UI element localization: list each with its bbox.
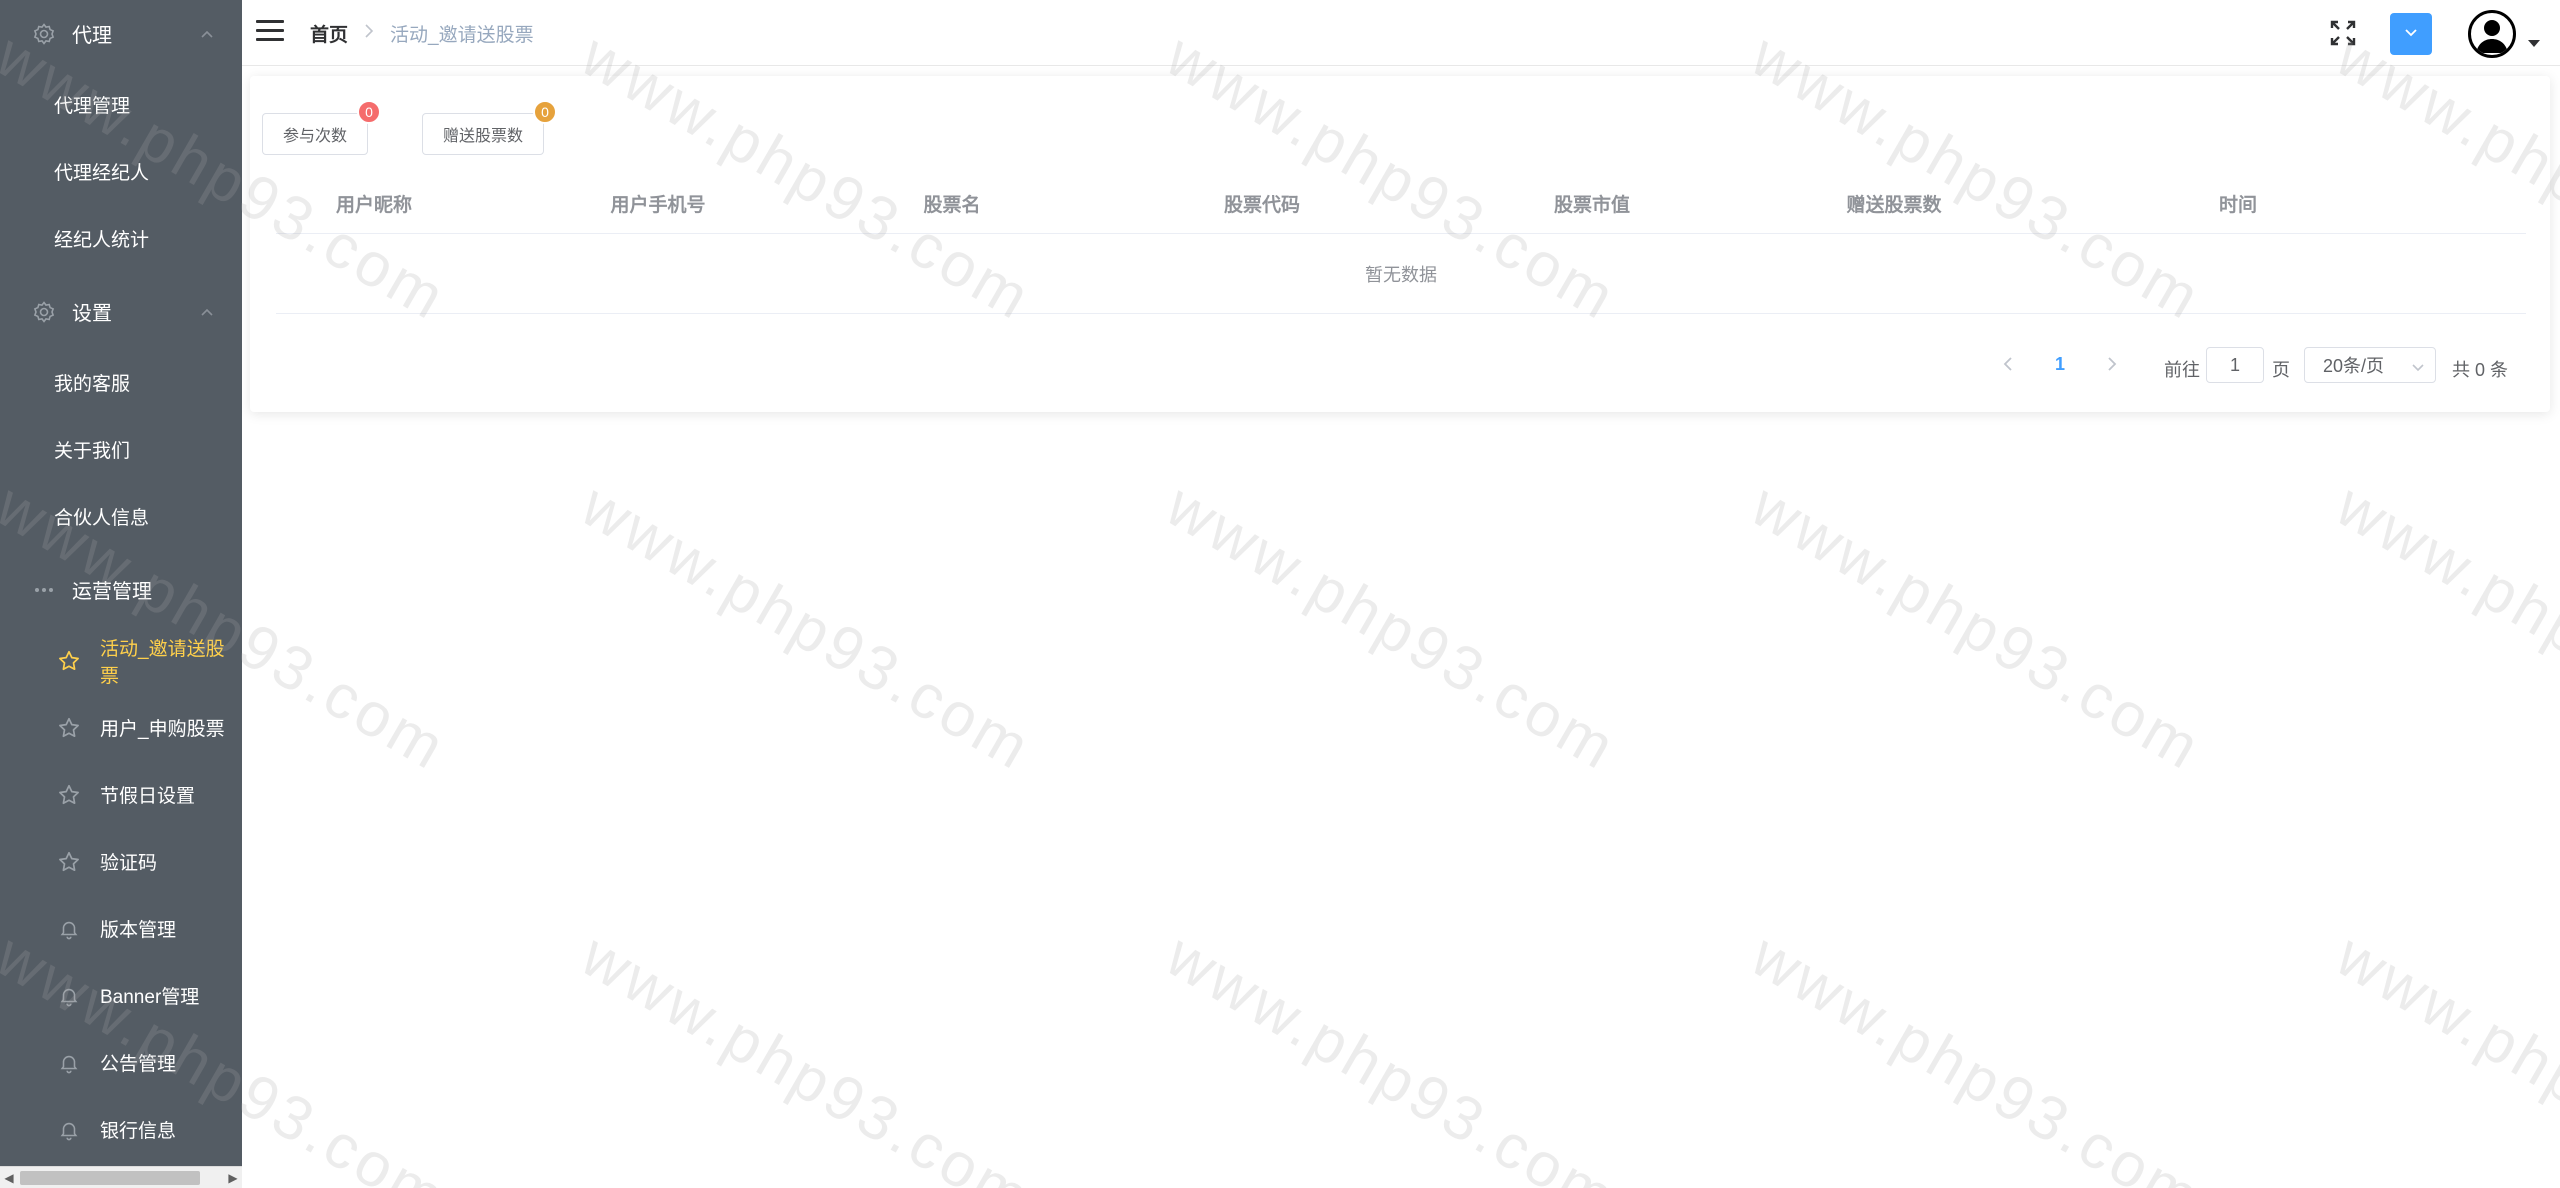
sidebar-item-label: 我的客服 [54, 374, 131, 395]
sidebar-item-label: 公告管理 [100, 1054, 177, 1075]
sidebar-item-label: 经纪人统计 [54, 230, 150, 251]
breadcrumb: 首页 活动_邀请送股票 [310, 20, 534, 47]
page-suffix-label: 页 [2272, 360, 2290, 380]
watermark-text: www.php93.com [2325, 470, 2560, 785]
sidebar-item-label: 代理管理 [54, 96, 131, 117]
watermark-text: www.php93.com [1740, 470, 2214, 785]
sidebar-item-agent-broker[interactable]: 代理经纪人 [0, 138, 242, 205]
scrollbar-thumb[interactable] [20, 1171, 200, 1185]
watermark-text: www.php93.com [1155, 470, 1629, 785]
sidebar-item-version-management[interactable]: 版本管理 [0, 895, 242, 962]
chevron-left-icon[interactable] [1994, 350, 2022, 378]
sidebar-item-label: 合伙人信息 [54, 508, 150, 529]
sidebar: 代理 代理管理 代理经纪人 经纪人统计 设置 我的客服 关于我们 合伙人信息 运… [0, 0, 242, 1188]
sidebar-item-announcement-management[interactable]: 公告管理 [0, 1029, 242, 1096]
menu-group-label: 运营管理 [72, 581, 152, 603]
scroll-left-arrow-icon[interactable]: ◀ [0, 1167, 18, 1188]
star-icon [56, 849, 82, 875]
star-icon [56, 648, 82, 674]
menu-group-label: 代理 [72, 25, 112, 47]
watermark-text: www.php93.com [2325, 920, 2560, 1188]
column-header: 用户手机号 [610, 194, 706, 216]
chevron-right-icon [364, 24, 374, 43]
hamburger-menu-icon[interactable] [256, 20, 284, 44]
gear-icon [30, 20, 58, 48]
chevron-down-icon [2411, 358, 2425, 372]
sidebar-horizontal-scrollbar[interactable]: ◀ ▶ [0, 1166, 242, 1188]
sidebar-item-label: 银行信息 [100, 1121, 177, 1142]
sidebar-item-label: 活动_邀请送股票 [100, 638, 225, 687]
page-size-value: 20条/页 [2323, 356, 2385, 376]
column-header: 赠送股票数 [1846, 194, 1942, 216]
sidebar-item-label: 用户_申购股票 [100, 719, 225, 740]
menu-group-operations[interactable]: 运营管理 [0, 556, 242, 623]
top-header: 首页 活动_邀请送股票 [242, 0, 2560, 66]
gifted-shares-label: 赠送股票数 [443, 128, 524, 145]
chevron-up-icon [200, 27, 214, 41]
breadcrumb-current: 活动_邀请送股票 [390, 25, 534, 46]
sidebar-item-broker-stats[interactable]: 经纪人统计 [0, 205, 242, 272]
page-size-select[interactable]: 20条/页 [2304, 347, 2436, 383]
sidebar-item-banner-management[interactable]: Banner管理 [0, 962, 242, 1029]
gear-icon [30, 298, 58, 326]
column-header: 用户昵称 [335, 194, 412, 216]
watermark-text: www.php93.com [1155, 920, 1629, 1188]
dropdown-button[interactable] [2390, 13, 2432, 55]
watermark-text: www.php93.com [1740, 920, 2214, 1188]
scroll-right-arrow-icon[interactable]: ▶ [224, 1167, 242, 1188]
sidebar-item-customer-service[interactable]: 我的客服 [0, 349, 242, 416]
sidebar-item-label: 关于我们 [54, 441, 131, 462]
sidebar-item-agent-management[interactable]: 代理管理 [0, 71, 242, 138]
gifted-shares-badge: 0 [533, 100, 558, 124]
breadcrumb-home[interactable]: 首页 [310, 20, 348, 47]
participations-button[interactable]: 参与次数 0 [262, 100, 382, 155]
sidebar-item-label: 代理经纪人 [54, 163, 150, 184]
bell-icon [56, 983, 82, 1009]
column-header: 股票名 [923, 194, 981, 216]
sidebar-item-bank-info[interactable]: 银行信息 [0, 1096, 242, 1163]
content-card: 参与次数 0 赠送股票数 0 用户昵称 用户手机号 股票名 股票代码 股票市值 … [250, 76, 2550, 412]
column-header: 时间 [2218, 194, 2257, 216]
sidebar-item-label: Banner管理 [100, 987, 200, 1008]
column-header: 股票代码 [1223, 194, 1300, 216]
more-icon [30, 576, 58, 604]
fullscreen-icon[interactable] [2328, 18, 2358, 48]
page-number[interactable]: 1 [2046, 350, 2074, 378]
table-header: 用户昵称 用户手机号 股票名 股票代码 股票市值 赠送股票数 时间 [276, 172, 2526, 234]
sidebar-item-label: 验证码 [100, 853, 158, 874]
sidebar-item-label: 版本管理 [100, 920, 177, 941]
sidebar-item-holiday-settings[interactable]: 节假日设置 [0, 761, 242, 828]
chevron-right-icon[interactable] [2098, 350, 2126, 378]
chevron-up-icon [200, 305, 214, 319]
pagination: 1 前往 1 页 20条/页 共 0 条 [250, 344, 2550, 384]
watermark-text: www.php93.com [570, 470, 1044, 785]
avatar[interactable] [2468, 10, 2516, 58]
menu-group-settings[interactable]: 设置 [0, 278, 242, 345]
records-table: 用户昵称 用户手机号 股票名 股票代码 股票市值 赠送股票数 时间 暂无数据 [276, 172, 2526, 314]
participations-badge: 0 [357, 100, 382, 124]
sidebar-item-partner-info[interactable]: 合伙人信息 [0, 483, 242, 550]
total-count: 共 0 条 [2452, 360, 2509, 380]
bell-icon [56, 1117, 82, 1143]
sidebar-item-user-subscribe-shares[interactable]: 用户_申购股票 [0, 694, 242, 761]
sidebar-item-verification-code[interactable]: 验证码 [0, 828, 242, 895]
menu-group-agent[interactable]: 代理 [0, 0, 242, 67]
column-header: 股票市值 [1553, 194, 1630, 216]
goto-label: 前往 [2164, 360, 2200, 380]
menu-group-label: 设置 [72, 303, 112, 325]
watermark-text: www.php93.com [570, 920, 1044, 1188]
goto-page-input[interactable]: 1 [2206, 347, 2264, 383]
empty-placeholder: 暂无数据 [276, 234, 2526, 314]
bell-icon [56, 916, 82, 942]
bell-icon [56, 1050, 82, 1076]
chevron-down-icon [2404, 25, 2418, 43]
sidebar-item-label: 节假日设置 [100, 786, 196, 807]
gifted-shares-button[interactable]: 赠送股票数 0 [422, 100, 558, 155]
star-icon [56, 715, 82, 741]
sidebar-item-about-us[interactable]: 关于我们 [0, 416, 242, 483]
star-icon [56, 782, 82, 808]
sidebar-item-invite-gift-shares[interactable]: 活动_邀请送股票 [0, 627, 242, 694]
caret-down-icon[interactable] [2528, 40, 2540, 47]
participations-label: 参与次数 [283, 128, 348, 145]
